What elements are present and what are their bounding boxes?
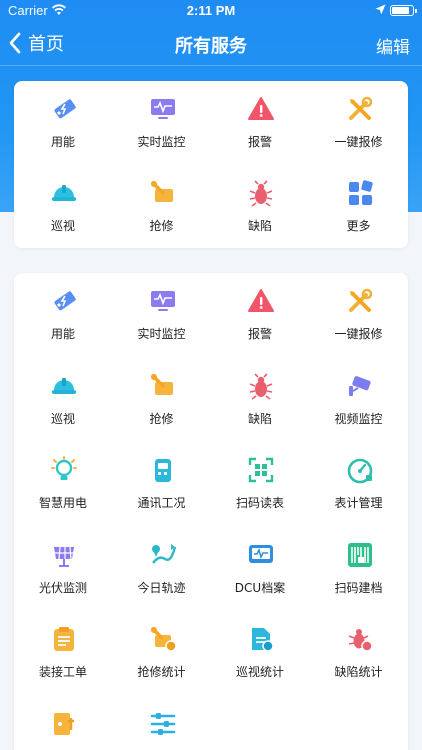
service-item[interactable]: 一键报修 <box>310 81 408 165</box>
service-label: 今日轨迹 <box>137 580 186 595</box>
service-label: 扫码建档 <box>334 580 383 595</box>
battery-icon <box>390 5 417 16</box>
monitor-icon <box>149 95 177 123</box>
navigation-bar: 首页 所有服务 编辑 <box>0 22 422 66</box>
clock: 2:11 PM <box>186 3 236 18</box>
service-item[interactable]: 电气火灾装置 <box>14 696 112 750</box>
service-item[interactable] <box>113 696 211 750</box>
service-item[interactable]: 缺陷统计 <box>310 611 408 695</box>
clipboard-icon <box>50 625 78 653</box>
tools-icon <box>346 95 374 123</box>
service-label: 报警 <box>247 327 272 341</box>
service-item[interactable]: 装接工单 <box>14 611 112 695</box>
service-label: 光伏监测 <box>38 580 87 595</box>
favorite-services-card: 用能 实时监控 报警 一键报修巡视 抢修 缺陷 更多 <box>14 81 408 248</box>
warning-icon <box>247 95 275 123</box>
gauge-icon <box>346 456 374 484</box>
monitor-icon <box>149 287 177 315</box>
warning-icon <box>247 287 275 315</box>
repair-icon <box>149 372 177 400</box>
service-item[interactable]: 缺陷 <box>211 165 309 249</box>
bug-icon <box>247 372 275 400</box>
service-label: 一键报修 <box>334 327 383 341</box>
service-item[interactable]: 巡视统计 <box>211 611 309 695</box>
service-label: 通讯工况 <box>137 496 186 510</box>
service-label: 用能 <box>50 135 75 149</box>
service-item[interactable]: 光伏监测 <box>14 527 112 611</box>
service-item[interactable]: 智慧用电 <box>14 442 112 526</box>
all-services-card: 用能 实时监控 报警 一键报修巡视 抢修 缺陷 视频监控智慧用电 通讯工况 扫码读表 表计管理光伏… <box>14 273 408 750</box>
service-label: 巡视 <box>50 219 75 233</box>
camera-icon <box>346 372 374 400</box>
service-label: 缺陷 <box>247 411 272 426</box>
bulb-icon <box>50 456 78 484</box>
energy-tag-icon <box>50 287 78 315</box>
bug-stat-icon <box>346 625 374 653</box>
service-item[interactable]: 今日轨迹 <box>113 527 211 611</box>
doc-stat-icon <box>247 625 275 653</box>
device-icon <box>149 456 177 484</box>
service-label: 一键报修 <box>334 135 383 149</box>
repair-stat-icon <box>149 625 177 653</box>
edit-button[interactable]: 编辑 <box>376 33 410 58</box>
service-label: 缺陷统计 <box>334 665 383 679</box>
service-item[interactable]: 用能 <box>14 273 112 357</box>
service-label: 报警 <box>247 135 272 149</box>
route-icon <box>149 541 177 569</box>
service-item[interactable]: 用能 <box>14 81 112 165</box>
service-item[interactable]: 实时监控 <box>113 273 211 357</box>
service-item[interactable]: 视频监控 <box>310 358 408 442</box>
service-label: 巡视统计 <box>235 665 284 679</box>
bug-icon <box>247 179 275 207</box>
service-item[interactable]: 表计管理 <box>310 442 408 526</box>
page-title: 所有服务 <box>175 36 247 57</box>
service-label: 缺陷 <box>247 219 272 233</box>
service-item[interactable]: 巡视 <box>14 165 112 249</box>
service-item[interactable]: 更多 <box>310 165 408 249</box>
service-label: DCU档案 <box>234 580 286 595</box>
service-item[interactable]: 缺陷 <box>211 358 309 442</box>
energy-tag-icon <box>50 95 78 123</box>
barcode-icon <box>346 541 374 569</box>
solar-icon <box>50 541 78 569</box>
service-label: 更多 <box>346 219 371 233</box>
service-label: 实时监控 <box>137 135 186 149</box>
repair-icon <box>149 179 177 207</box>
service-label: 巡视 <box>50 411 75 426</box>
service-label: 抢修统计 <box>137 665 186 679</box>
service-item[interactable]: 扫码建档 <box>310 527 408 611</box>
service-item[interactable]: 抢修 <box>113 358 211 442</box>
dcu-icon <box>247 541 275 569</box>
service-label: 表计管理 <box>334 496 383 510</box>
sliders-icon <box>149 710 177 738</box>
status-bar: Carrier 2:11 PM <box>0 0 422 22</box>
service-item[interactable]: 报警 <box>211 81 309 165</box>
service-item[interactable]: 巡视 <box>14 358 112 442</box>
service-label: 用能 <box>50 327 75 341</box>
scan-icon <box>247 456 275 484</box>
service-label: 扫码读表 <box>235 496 284 510</box>
service-label: 实时监控 <box>137 327 186 341</box>
service-label: 装接工单 <box>38 665 87 679</box>
service-item[interactable]: DCU档案 <box>211 527 309 611</box>
fire-device-icon <box>50 710 78 738</box>
tools-icon <box>346 287 374 315</box>
helmet-icon <box>50 372 78 400</box>
service-label: 抢修 <box>149 219 174 233</box>
service-item[interactable]: 报警 <box>211 273 309 357</box>
service-label: 视频监控 <box>334 411 383 426</box>
service-label: 智慧用电 <box>38 496 87 510</box>
service-item[interactable]: 抢修统计 <box>113 611 211 695</box>
service-item[interactable]: 一键报修 <box>310 273 408 357</box>
service-item[interactable]: 实时监控 <box>113 81 211 165</box>
location-arrow-icon <box>375 4 386 15</box>
service-item[interactable]: 抢修 <box>113 165 211 249</box>
helmet-icon <box>50 179 78 207</box>
service-item[interactable]: 扫码读表 <box>211 442 309 526</box>
grid-more-icon <box>346 179 374 207</box>
service-item[interactable]: 通讯工况 <box>113 442 211 526</box>
service-label: 抢修 <box>149 411 174 426</box>
